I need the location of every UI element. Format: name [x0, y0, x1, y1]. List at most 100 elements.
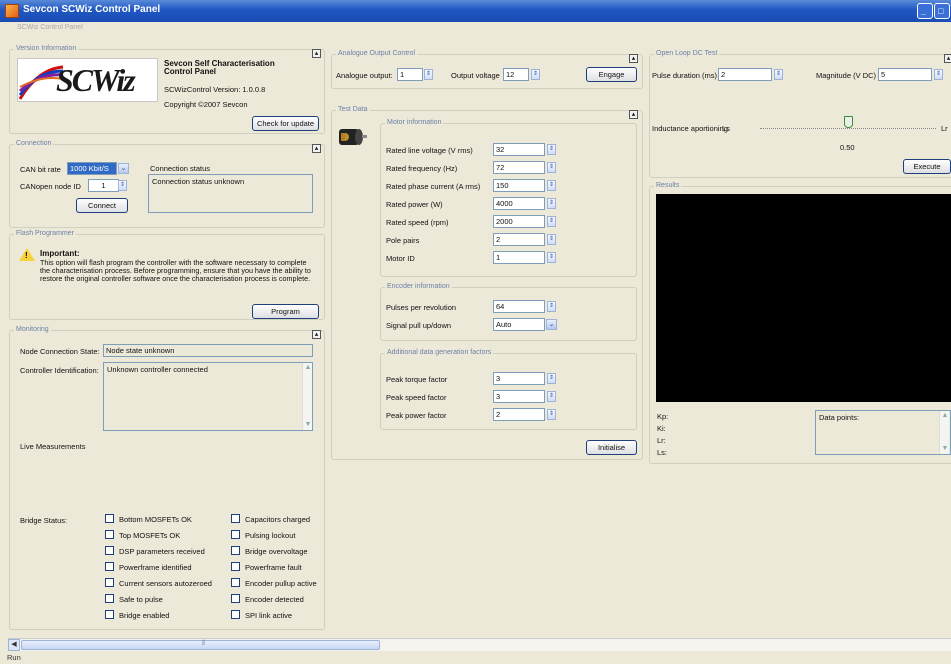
magnitude-input[interactable]: 5: [878, 68, 932, 81]
factor-input[interactable]: 3: [493, 372, 545, 385]
controller-id-label: Controller Identification:: [20, 366, 99, 375]
bridge-item: DSP parameters received: [119, 547, 205, 556]
slider-thumb[interactable]: [843, 116, 853, 128]
execute-button[interactable]: Execute: [903, 159, 951, 174]
app-icon: [5, 4, 19, 18]
chevron-down-icon[interactable]: ⌄: [546, 319, 557, 330]
pulse-duration-input[interactable]: 2: [718, 68, 772, 81]
factor-label: Peak speed factor: [386, 393, 447, 402]
bridge-checkbox[interactable]: [105, 514, 114, 523]
scroll-up-icon[interactable]: ▲: [303, 363, 313, 373]
spinner-icon[interactable]: ⇕: [118, 180, 127, 191]
motor-field-input[interactable]: 150: [493, 179, 545, 192]
motor-field-input[interactable]: 32: [493, 143, 545, 156]
collapse-icon[interactable]: ▴: [312, 144, 321, 153]
output-voltage-input[interactable]: 12: [503, 68, 529, 81]
scroll-down-icon[interactable]: ▼: [940, 444, 950, 454]
spinner-icon[interactable]: ⇕: [547, 373, 556, 384]
connection-status-label: Connection status: [150, 164, 211, 173]
bridge-item: Top MOSFETs OK: [119, 531, 181, 540]
open-loop-group-title: Open Loop DC Test: [654, 50, 720, 57]
bridge-checkbox[interactable]: [105, 546, 114, 555]
collapse-icon[interactable]: ▴: [629, 110, 638, 119]
connect-button[interactable]: Connect: [76, 198, 128, 213]
factor-input[interactable]: 3: [493, 390, 545, 403]
analogue-output-input[interactable]: 1: [397, 68, 423, 81]
slider-value: 0.50: [840, 143, 855, 152]
bridge-checkbox[interactable]: [105, 610, 114, 619]
bridge-item: Encoder detected: [245, 595, 304, 604]
collapse-icon[interactable]: ▴: [629, 54, 638, 63]
scroll-up-icon[interactable]: ▲: [940, 411, 950, 421]
bridge-checkbox[interactable]: [231, 610, 240, 619]
program-button[interactable]: Program: [252, 304, 319, 319]
spinner-icon[interactable]: ⇕: [774, 69, 783, 80]
motor-field-label: Rated power (W): [386, 200, 443, 209]
can-bit-rate-select[interactable]: 1000 Kbit/S: [67, 162, 117, 175]
bridge-checkbox[interactable]: [231, 562, 240, 571]
collapse-icon[interactable]: ▴: [944, 54, 951, 63]
scroll-left-icon[interactable]: ◀: [8, 639, 20, 651]
bridge-checkbox[interactable]: [231, 594, 240, 603]
scroll-down-icon[interactable]: ▼: [303, 420, 313, 430]
node-id-input[interactable]: 1: [88, 179, 119, 192]
ppr-input[interactable]: 64: [493, 300, 545, 313]
chevron-down-icon[interactable]: ⌄: [118, 163, 129, 174]
bridge-item: Bottom MOSFETs OK: [119, 515, 192, 524]
spinner-icon[interactable]: ⇕: [547, 234, 556, 245]
maximize-button[interactable]: □: [934, 3, 950, 19]
bridge-item: Current sensors autozeroed: [119, 579, 212, 588]
inductance-slider[interactable]: [760, 116, 936, 136]
logo-text: SCWiz: [56, 62, 136, 98]
bridge-status-label: Bridge Status:: [20, 516, 68, 525]
horizontal-scrollbar[interactable]: ◀ ⦀: [8, 638, 951, 651]
inductance-label: Inductance aportioning: [652, 124, 728, 133]
bridge-checkbox[interactable]: [105, 530, 114, 539]
spinner-icon[interactable]: ⇕: [547, 180, 556, 191]
spinner-icon[interactable]: ⇕: [547, 162, 556, 173]
bridge-item: Pulsing lockout: [245, 531, 296, 540]
motor-field-input[interactable]: 4000: [493, 197, 545, 210]
motor-field-label: Rated speed (rpm): [386, 218, 449, 227]
motor-field-label: Rated frequency (Hz): [386, 164, 458, 173]
spinner-icon[interactable]: ⇕: [547, 301, 556, 312]
spinner-icon[interactable]: ⇕: [934, 69, 943, 80]
tab-control-panel[interactable]: SCWiz Control Panel: [17, 24, 83, 31]
ppr-label: Pulses per revolution: [386, 303, 457, 312]
minimize-button[interactable]: _: [917, 3, 933, 19]
spinner-icon[interactable]: ⇕: [547, 409, 556, 420]
collapse-icon[interactable]: ▴: [312, 49, 321, 58]
spinner-icon[interactable]: ⇕: [547, 216, 556, 227]
connection-status-box: Connection status unknown: [148, 174, 313, 213]
engage-button[interactable]: Engage: [586, 67, 637, 82]
bridge-item: Encoder pullup active: [245, 579, 317, 588]
motor-field-input[interactable]: 2000: [493, 215, 545, 228]
bridge-checkbox[interactable]: [231, 514, 240, 523]
factor-input[interactable]: 2: [493, 408, 545, 421]
node-id-label: CANopen node ID: [20, 182, 81, 191]
check-update-button[interactable]: Check for update: [252, 116, 319, 131]
signal-pull-select[interactable]: Auto: [493, 318, 545, 331]
maximize-icon: □: [938, 6, 944, 16]
initialise-button[interactable]: Initialise: [586, 440, 637, 455]
bridge-checkbox[interactable]: [105, 562, 114, 571]
controller-id-scrollbar[interactable]: ▲ ▼: [302, 363, 312, 430]
data-points-scrollbar[interactable]: ▲ ▼: [939, 411, 949, 454]
scroll-thumb[interactable]: ⦀: [21, 640, 380, 650]
bridge-checkbox[interactable]: [231, 546, 240, 555]
spinner-icon[interactable]: ⇕: [547, 252, 556, 263]
collapse-icon[interactable]: ▴: [312, 330, 321, 339]
bridge-checkbox[interactable]: [105, 594, 114, 603]
spinner-icon[interactable]: ⇕: [424, 69, 433, 80]
motor-field-input[interactable]: 2: [493, 233, 545, 246]
motor-field-input[interactable]: 1: [493, 251, 545, 264]
spinner-icon[interactable]: ⇕: [547, 198, 556, 209]
bridge-checkbox[interactable]: [231, 530, 240, 539]
bridge-checkbox[interactable]: [231, 578, 240, 587]
spinner-icon[interactable]: ⇕: [547, 391, 556, 402]
spinner-icon[interactable]: ⇕: [547, 144, 556, 155]
motor-field-input[interactable]: 72: [493, 161, 545, 174]
spinner-icon[interactable]: ⇕: [531, 69, 540, 80]
ls-label: Ls: [722, 124, 730, 133]
bridge-checkbox[interactable]: [105, 578, 114, 587]
